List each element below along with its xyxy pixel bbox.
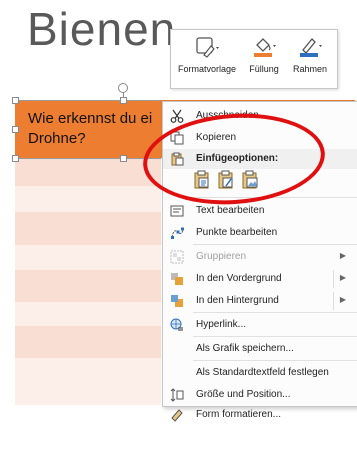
- paste-text-only-icon[interactable]: [217, 170, 235, 190]
- menu-label: Kopieren: [196, 132, 237, 143]
- fill-button[interactable]: Füllung: [243, 34, 285, 74]
- copy-icon: [170, 131, 184, 145]
- outline-pen-icon: [300, 38, 322, 57]
- split-divider: [333, 292, 334, 310]
- menu-label: Größe und Position...: [196, 389, 291, 400]
- fill-label: Füllung: [249, 64, 279, 74]
- resize-handle[interactable]: [12, 155, 19, 162]
- menu-label: Einfügeoptionen:: [196, 153, 279, 164]
- hyperlink-globe-icon: [170, 318, 183, 331]
- rotate-handle[interactable]: [118, 83, 128, 93]
- menu-item-edit-points[interactable]: Punkte bearbeiten: [163, 222, 357, 244]
- menu-label: Text bearbeiten: [196, 205, 265, 216]
- menu-item-bring-front[interactable]: In den Vordergrund ▶: [163, 268, 357, 290]
- outline-button[interactable]: Rahmen: [288, 34, 332, 74]
- menu-item-edit-text[interactable]: Text bearbeiten: [163, 200, 357, 222]
- menu-label: Gruppieren: [196, 251, 247, 262]
- resize-handle[interactable]: [120, 97, 127, 104]
- menu-label: In den Vordergrund: [196, 273, 282, 284]
- submenu-arrow-icon[interactable]: ▶: [340, 295, 346, 304]
- bring-to-front-icon: [171, 273, 183, 285]
- submenu-arrow-icon: ▶: [339, 251, 346, 260]
- menu-item-hyperlink[interactable]: Hyperlink...: [163, 314, 357, 336]
- textbox-icon: [170, 205, 184, 217]
- table-header-cell[interactable]: Wie erkennst du ei Drohne?: [28, 109, 178, 149]
- menu-separator: [193, 197, 357, 198]
- menu-label: Form formatieren...: [196, 409, 282, 420]
- send-to-back-icon: [171, 295, 183, 307]
- paste-picture-icon[interactable]: [241, 170, 259, 190]
- menu-item-save-as-picture[interactable]: Als Grafik speichern...: [163, 338, 357, 360]
- menu-item-group[interactable]: Gruppieren ▶: [163, 246, 357, 268]
- edit-points-icon: [171, 227, 184, 239]
- size-position-icon: [170, 388, 184, 402]
- fill-bucket-icon: [254, 38, 276, 57]
- menu-label: Ausschneiden: [196, 110, 259, 121]
- format-style-label: Formatvorlage: [177, 64, 237, 74]
- menu-label: Hyperlink...: [196, 319, 247, 330]
- menu-label: Punkte bearbeiten: [196, 227, 278, 238]
- format-shape-icon: [171, 409, 183, 422]
- selection-border: [15, 158, 161, 159]
- resize-handle[interactable]: [12, 97, 19, 104]
- split-divider: [333, 270, 334, 288]
- outline-label: Rahmen: [292, 64, 328, 74]
- menu-separator: [193, 360, 357, 361]
- scissors-icon: [170, 109, 184, 123]
- menu-separator: [193, 244, 357, 245]
- resize-handle[interactable]: [12, 126, 19, 133]
- menu-item-cut[interactable]: Ausschneiden: [163, 105, 357, 127]
- resize-handle[interactable]: [120, 155, 127, 162]
- menu-label: In den Hintergrund: [196, 295, 279, 306]
- menu-item-format-shape[interactable]: Form formatieren...: [163, 404, 357, 426]
- clipboard-icon: [171, 152, 184, 166]
- menu-separator: [193, 336, 357, 337]
- selection-border: [15, 100, 161, 101]
- menu-item-copy[interactable]: Kopieren: [163, 127, 357, 149]
- menu-label: Als Grafik speichern...: [196, 343, 294, 354]
- slide-title: Bienen: [27, 3, 177, 55]
- group-icon: [170, 250, 184, 264]
- menu-separator: [193, 312, 357, 313]
- paste-options-group: [193, 170, 259, 194]
- submenu-arrow-icon[interactable]: ▶: [340, 273, 346, 282]
- paste-keep-formatting-icon[interactable]: [193, 170, 211, 190]
- shape-style-icon: [196, 37, 219, 58]
- format-style-button[interactable]: Formatvorlage: [175, 34, 239, 74]
- mini-toolbar: Formatvorlage Füllung Rahmen: [170, 29, 338, 89]
- menu-item-send-back[interactable]: In den Hintergrund ▶: [163, 290, 357, 312]
- context-menu: Ausschneiden Kopieren Einfügeoptionen: T…: [162, 101, 357, 422]
- header-text-line1: Wie erkennst du ei: [28, 110, 153, 127]
- menu-item-set-default-textbox[interactable]: Als Standardtextfeld festlegen: [163, 362, 357, 384]
- menu-item-size-position[interactable]: Größe und Position...: [163, 384, 357, 406]
- paste-options-header: Einfügeoptionen:: [163, 149, 357, 169]
- menu-label: Als Standardtextfeld festlegen: [196, 367, 329, 378]
- header-text-line2: Drohne?: [28, 130, 86, 147]
